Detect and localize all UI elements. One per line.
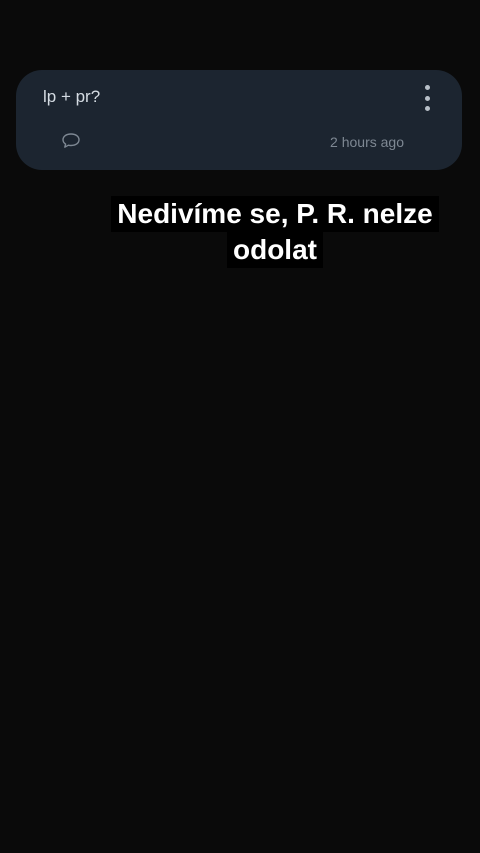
caption-line-1: Nedivíme se, P. R. nelze [111,196,439,232]
comment-icon[interactable] [61,132,81,150]
kebab-dot [424,85,430,90]
kebab-dot [424,106,430,111]
more-options-icon[interactable] [420,85,434,111]
kebab-dot [424,95,430,101]
caption-line-2: odolat [227,232,323,268]
post-timestamp: 2 hours ago [330,134,404,150]
post-card[interactable]: lp + pr? 2 hours ago [16,70,462,170]
overlay-caption: Nedivíme se, P. R. nelze odolat [100,196,450,268]
post-text: lp + pr? [43,87,101,106]
